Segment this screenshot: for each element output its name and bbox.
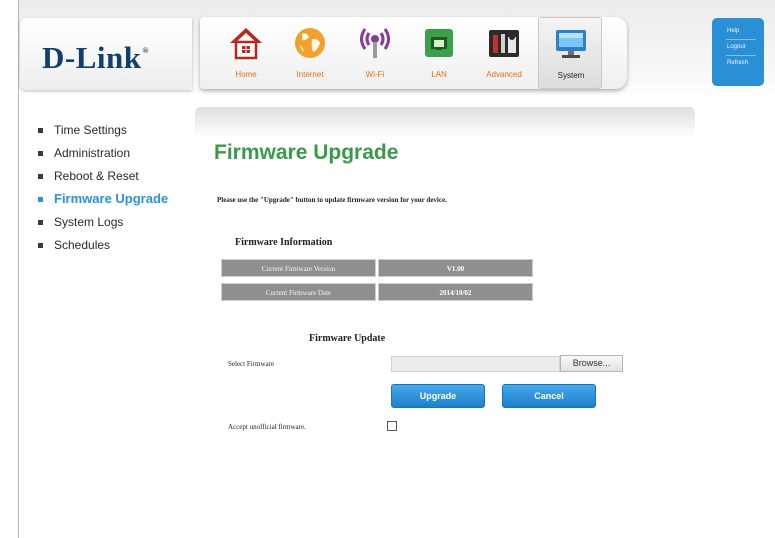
tools-icon (489, 30, 519, 57)
current-version-value: V1.00 (378, 259, 533, 277)
bullet-icon (38, 151, 43, 156)
firmware-update-title: Firmware Update (309, 333, 386, 344)
bullet-icon (38, 220, 43, 225)
browse-button[interactable]: Browse... (560, 355, 623, 372)
monitor-icon (556, 30, 586, 58)
nav-lan-label: LAN (431, 70, 447, 79)
lan-port-icon (425, 29, 453, 57)
page-title: Firmware Upgrade (214, 141, 399, 164)
bullet-icon (38, 197, 43, 202)
sidebar-item-label: Schedules (54, 238, 111, 252)
nav-lan[interactable]: LAN (407, 17, 471, 89)
cancel-button[interactable]: Cancel (502, 384, 596, 408)
dlink-logo: D-Link® (42, 40, 149, 75)
nav-wifi[interactable]: Wi-Fi (343, 17, 407, 89)
globe-icon (295, 28, 325, 58)
firmware-file-field[interactable] (391, 356, 560, 372)
bullet-icon (38, 243, 43, 248)
instructions-text: Please use the "Upgrade" button to updat… (217, 196, 447, 204)
bullet-icon (38, 174, 43, 179)
select-firmware-label: Select Firmware (228, 360, 275, 368)
nav-home[interactable]: Home (214, 17, 278, 89)
sidebar-item-label: Reboot & Reset (54, 169, 139, 183)
current-date-label: Current Firmware Date (221, 283, 376, 301)
content-header-band (195, 107, 695, 137)
upgrade-button[interactable]: Upgrade (391, 384, 485, 408)
sidebar-item-label: System Logs (54, 215, 124, 229)
wifi-icon (360, 28, 390, 58)
sidebar-item-reboot-reset[interactable]: Reboot & Reset (37, 169, 168, 192)
sidebar-menu: Time Settings Administration Reboot & Re… (37, 123, 168, 261)
accept-unofficial-label: Accept unofficial firmware. (228, 423, 306, 431)
top-nav-bar: Home Internet Wi-Fi LAN Advanced System (200, 17, 627, 89)
sidebar-item-system-logs[interactable]: System Logs (37, 215, 168, 238)
current-date-value: 2014/10/02 (378, 283, 533, 301)
bullet-icon (38, 128, 43, 133)
sidebar-item-label: Administration (54, 146, 131, 160)
sidebar-item-schedules[interactable]: Schedules (37, 238, 168, 261)
nav-internet[interactable]: Internet (278, 17, 342, 89)
help-link[interactable]: Help (712, 26, 764, 37)
utility-divider (726, 55, 756, 56)
sidebar-item-firmware-upgrade[interactable]: Firmware Upgrade (37, 192, 168, 215)
refresh-link[interactable]: Refresh (712, 58, 764, 69)
nav-advanced-label: Advanced (486, 70, 522, 79)
logo-panel: D-Link® (20, 18, 192, 90)
utility-panel: Help Logout Refresh (712, 18, 764, 86)
nav-internet-label: Internet (296, 70, 324, 79)
sidebar-item-administration[interactable]: Administration (37, 146, 168, 169)
utility-divider (726, 39, 756, 40)
nav-wifi-label: Wi-Fi (365, 70, 385, 79)
nav-system-label: System (557, 71, 585, 80)
firmware-info-title: Firmware Information (235, 237, 333, 248)
sidebar-item-label: Time Settings (54, 123, 127, 137)
accept-unofficial-checkbox[interactable] (387, 421, 397, 431)
nav-home-label: Home (235, 70, 257, 79)
home-icon (230, 28, 262, 60)
nav-system[interactable]: System (538, 17, 602, 89)
logout-link[interactable]: Logout (712, 42, 764, 53)
sidebar-item-label: Firmware Upgrade (54, 191, 169, 206)
sidebar-item-time-settings[interactable]: Time Settings (37, 123, 168, 146)
nav-advanced[interactable]: Advanced (472, 17, 536, 89)
current-version-label: Current Firmware Version (221, 259, 376, 277)
